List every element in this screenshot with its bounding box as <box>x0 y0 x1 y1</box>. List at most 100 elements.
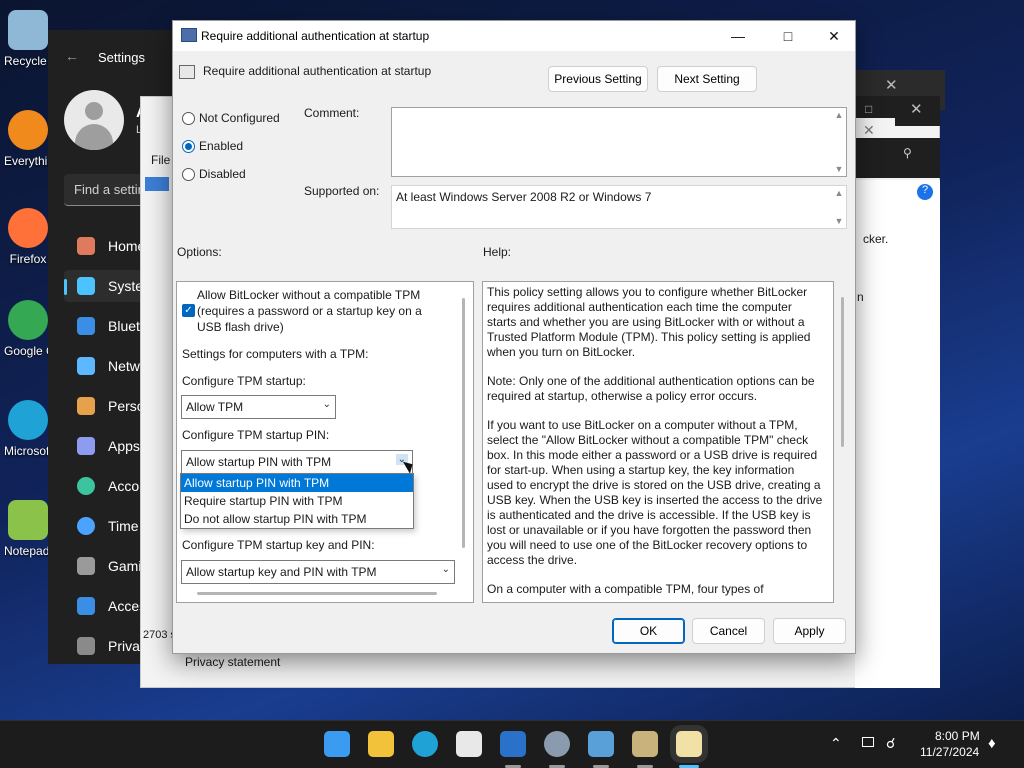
sidebar-item-label: Apps <box>108 438 140 454</box>
notification-bell-icon[interactable]: ♦ <box>988 735 996 752</box>
help-icon[interactable]: ? <box>917 184 933 200</box>
next-setting-button[interactable]: Next Setting <box>657 66 757 92</box>
apply-button[interactable]: Apply <box>773 618 846 644</box>
tpm-startup-value: Allow TPM <box>186 400 244 414</box>
supported-on-box: At least Windows Server 2008 R2 or Windo… <box>391 185 847 229</box>
dialog-titlebar[interactable]: Require additional authentication at sta… <box>173 21 855 51</box>
radio-label: Not Configured <box>199 111 280 125</box>
tpm-settings-heading: Settings for computers with a TPM: <box>182 347 369 361</box>
radio-disabled[interactable] <box>182 168 195 181</box>
options-label: Options: <box>177 245 222 259</box>
desktop-firefox[interactable]: Firefox <box>4 208 52 266</box>
back-nav-icon[interactable] <box>145 177 169 191</box>
help-paragraph: If you want to use BitLocker on a comput… <box>487 418 823 567</box>
comment-textarea[interactable]: ▲ ▼ <box>391 107 847 177</box>
dialog-title: Require additional authentication at sta… <box>201 29 430 43</box>
selection-indicator <box>64 279 67 295</box>
file-menu[interactable]: File <box>151 153 170 167</box>
maximize-icon[interactable]: □ <box>865 102 872 116</box>
desktop-edge[interactable]: Microsoft Edge <box>4 400 52 458</box>
start-icon[interactable] <box>324 731 350 757</box>
scroll-up-icon[interactable]: ▲ <box>832 188 846 198</box>
close-button[interactable]: ✕ <box>811 21 857 51</box>
cancel-button[interactable]: Cancel <box>692 618 765 644</box>
desktop-recycle-bin[interactable]: Recycle Bin <box>4 10 52 68</box>
dropdown-option[interactable]: Do not allow startup PIN with TPM <box>181 510 413 528</box>
time-language-icon <box>77 517 95 535</box>
avatar[interactable] <box>64 90 124 150</box>
scroll-up-icon[interactable]: ▲ <box>832 110 846 120</box>
desktop-icon-label: Microsoft Edge <box>4 444 52 458</box>
background-window-content: ? cker. n <box>855 180 940 688</box>
settings-title: Settings <box>98 50 145 65</box>
recycle-bin-icon <box>8 10 48 50</box>
minimize-button[interactable]: — <box>715 21 761 51</box>
setting-name: Require additional authentication at sta… <box>203 64 432 78</box>
scroll-down-icon[interactable]: ▼ <box>832 216 846 226</box>
tpm-pin-select[interactable]: Allow startup PIN with TPM ⌄ <box>181 450 413 474</box>
desktop-everything[interactable]: Everything <box>4 110 52 168</box>
dropdown-option[interactable]: Require startup PIN with TPM <box>181 492 413 510</box>
maximize-button[interactable]: □ <box>765 21 811 51</box>
setting-icon <box>179 65 195 79</box>
close-icon[interactable]: ✕ <box>910 100 923 118</box>
clock-date[interactable]: 11/27/2024 <box>920 745 979 759</box>
settings-gear-icon[interactable] <box>544 731 570 757</box>
network-icon <box>77 357 95 375</box>
clock-time[interactable]: 8:00 PM <box>935 729 980 743</box>
scroll-down-icon[interactable]: ▼ <box>832 164 846 174</box>
desktop-notepad-plus-plus[interactable]: Notepad++ <box>4 500 52 558</box>
firefox-icon <box>8 208 48 248</box>
ok-button[interactable]: OK <box>612 618 685 644</box>
help-panel: This policy setting allows you to config… <box>482 281 834 603</box>
tpm-key-pin-value: Allow startup key and PIN with TPM <box>186 565 377 579</box>
desktop-icon-label: Firefox <box>9 252 47 266</box>
store-icon[interactable] <box>456 731 482 757</box>
tpm-pin-label: Configure TPM startup PIN: <box>182 428 330 442</box>
options-panel: ✓ Allow BitLocker without a compatible T… <box>176 281 474 603</box>
home-icon <box>77 237 95 255</box>
file-explorer-icon[interactable] <box>368 731 394 757</box>
notepad-icon[interactable] <box>676 731 702 757</box>
policy-setting-dialog: Require additional authentication at sta… <box>172 20 856 654</box>
search-icon[interactable]: ⚲ <box>903 146 912 160</box>
help-paragraph: This policy setting allows you to config… <box>487 285 811 359</box>
options-scrollbar[interactable] <box>462 298 465 548</box>
close-icon[interactable]: ✕ <box>885 76 898 94</box>
edge-icon <box>8 400 48 440</box>
chrome-icon <box>8 300 48 340</box>
help-paragraph: Note: Only one of the additional authent… <box>487 374 815 403</box>
shield-icon <box>77 637 95 655</box>
accessibility-icon <box>77 597 95 615</box>
help-scrollbar[interactable] <box>841 297 844 447</box>
chevron-down-icon: ⌄ <box>441 564 450 575</box>
control-panel-icon[interactable] <box>588 731 614 757</box>
group-policy-icon[interactable] <box>632 731 658 757</box>
dropdown-option[interactable]: Allow startup PIN with TPM <box>181 474 413 492</box>
edge-icon[interactable] <box>412 731 438 757</box>
radio-enabled[interactable] <box>182 140 195 153</box>
outlook-icon[interactable] <box>500 731 526 757</box>
tpm-pin-value: Allow startup PIN with TPM <box>186 455 332 469</box>
supported-on-label: Supported on: <box>304 184 380 198</box>
tpm-pin-dropdown-list: Allow startup PIN with TPM Require start… <box>180 473 414 529</box>
network-icon[interactable] <box>862 737 874 747</box>
volume-muted-icon[interactable]: ☌ <box>886 735 895 752</box>
chevron-up-icon[interactable]: ⌃ <box>830 735 842 752</box>
taskbar: ⌃ ☌ 8:00 PM 11/27/2024 ♦ <box>0 720 1024 768</box>
desktop-chrome[interactable]: Google Chrome <box>4 300 52 358</box>
radio-not-configured[interactable] <box>182 112 195 125</box>
tpm-startup-select[interactable]: Allow TPM ⌄ <box>181 395 336 419</box>
tpm-key-pin-select[interactable]: Allow startup key and PIN with TPM ⌄ <box>181 560 455 584</box>
close-icon[interactable]: ✕ <box>863 122 875 139</box>
options-hscrollbar[interactable] <box>197 592 437 595</box>
back-arrow-icon[interactable]: ← <box>65 48 79 64</box>
desktop-icon-label: Recycle Bin <box>4 54 52 68</box>
previous-setting-button[interactable]: Previous Setting <box>548 66 648 92</box>
allow-without-tpm-checkbox[interactable]: ✓ <box>182 304 195 317</box>
accounts-icon <box>77 477 95 495</box>
system-icon <box>77 277 95 295</box>
desktop-icon-label: Everything <box>4 154 52 168</box>
privacy-statement-link[interactable]: Privacy statement <box>185 655 280 669</box>
help-label: Help: <box>483 245 512 259</box>
